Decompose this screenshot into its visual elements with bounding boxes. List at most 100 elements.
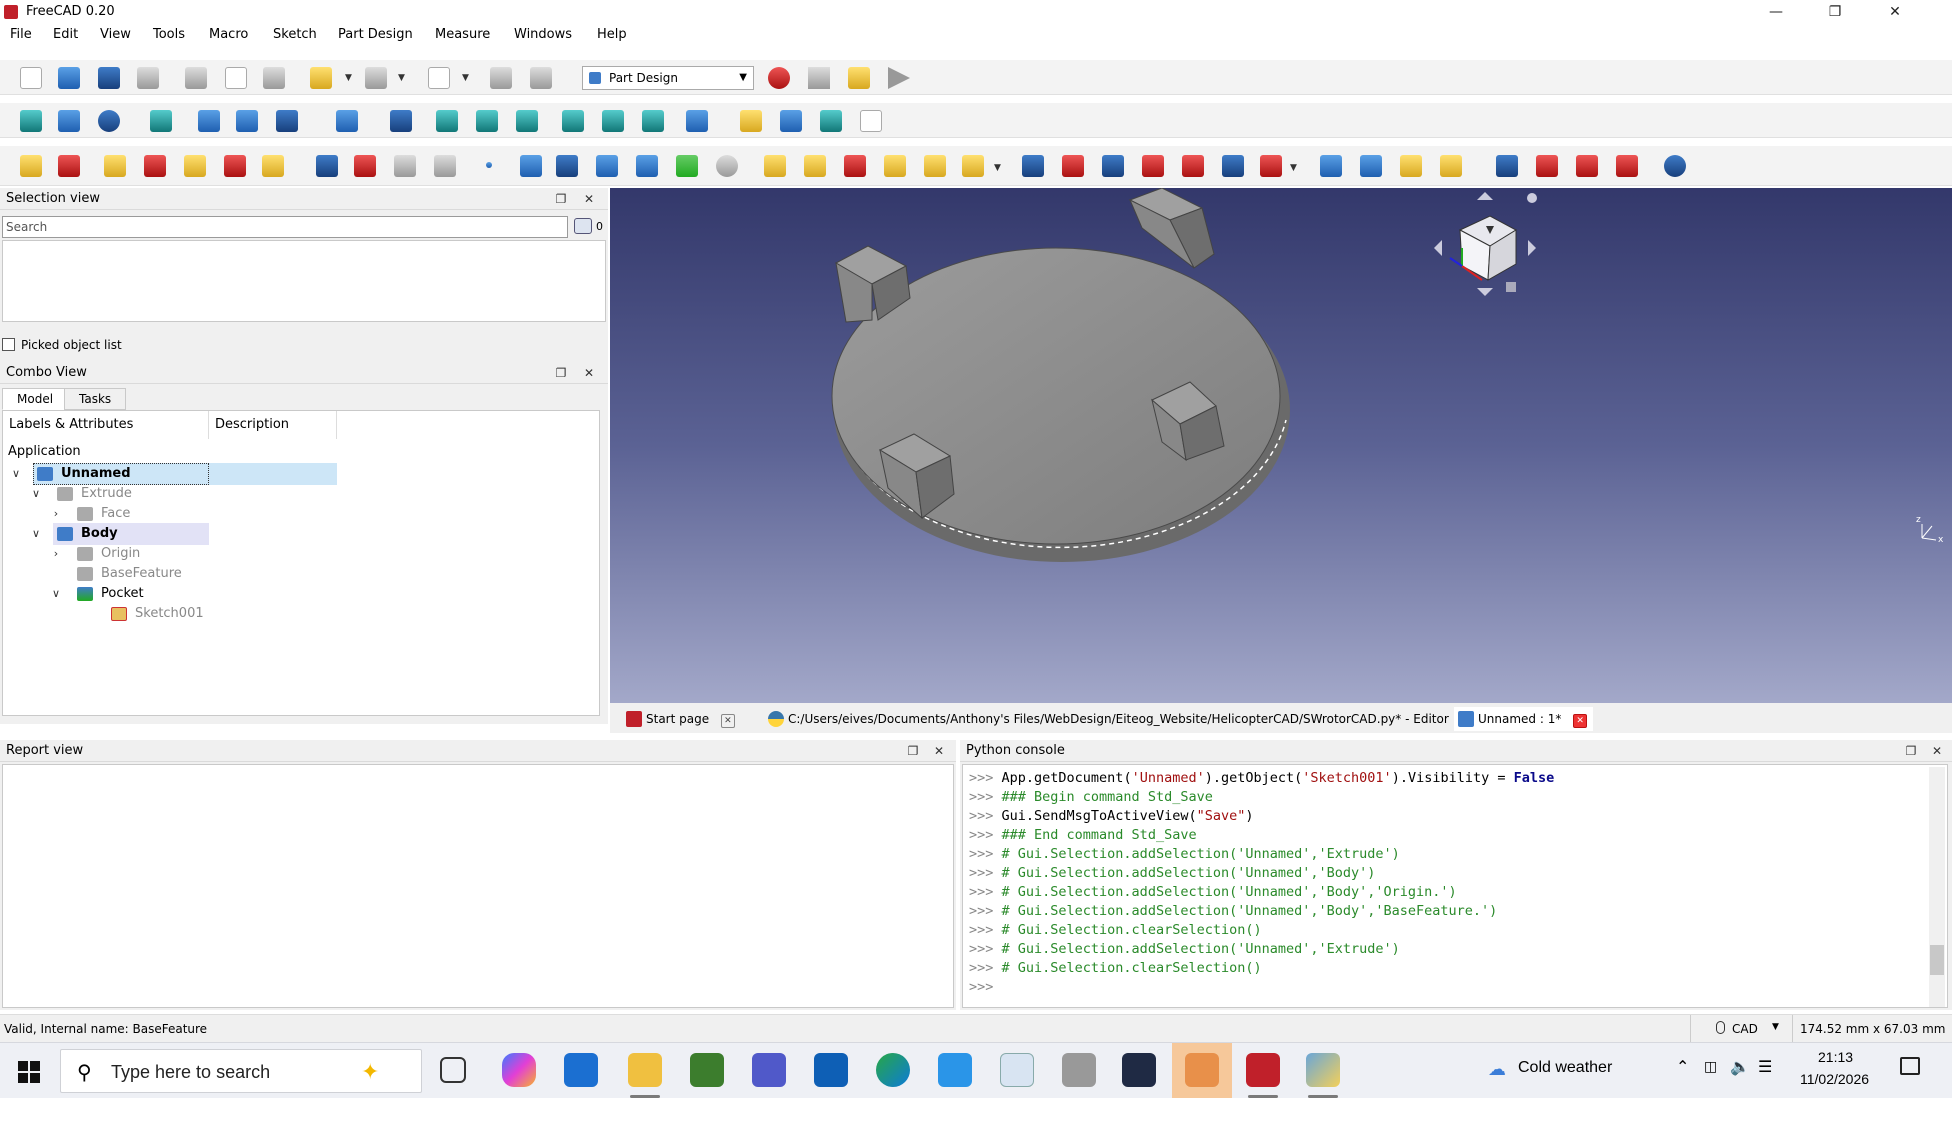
- copilot-app-icon[interactable]: [502, 1053, 536, 1087]
- create-part-icon[interactable]: [740, 110, 762, 132]
- linear-pattern-icon[interactable]: [1360, 155, 1382, 177]
- macro-record-icon[interactable]: [768, 67, 790, 89]
- additive-dropdown-icon[interactable]: ▼: [994, 163, 1001, 173]
- macro-stop-icon[interactable]: [808, 67, 830, 89]
- sketch-tool-7-icon[interactable]: [262, 155, 284, 177]
- close-tab-icon[interactable]: ✕: [1573, 714, 1588, 728]
- create-sketch-icon[interactable]: [354, 155, 376, 177]
- tab-editor[interactable]: C:/Users/eives/Documents/Anthony's Files…: [764, 707, 1475, 731]
- sketch-tool-2-icon[interactable]: [58, 155, 80, 177]
- menu-file[interactable]: File: [10, 27, 32, 42]
- tab-model[interactable]: Model: [2, 388, 69, 410]
- shield-app-icon[interactable]: [1062, 1053, 1096, 1087]
- tree-item-unnamed[interactable]: ∨ Unnamed: [3, 463, 337, 485]
- wifi-icon[interactable]: ☰: [1758, 1057, 1772, 1076]
- undo-icon[interactable]: [310, 67, 332, 89]
- tab-start-page[interactable]: Start page ✕: [622, 707, 735, 731]
- float-panel-icon[interactable]: ❐: [1902, 740, 1920, 762]
- whats-this-icon[interactable]: [530, 67, 552, 89]
- view-rear-icon[interactable]: [562, 110, 584, 132]
- bounding-box-icon[interactable]: [150, 110, 172, 132]
- macro-run-icon[interactable]: [888, 67, 910, 89]
- windows-start-icon[interactable]: [18, 1061, 40, 1083]
- recompute-icon[interactable]: [490, 67, 512, 89]
- redo-icon[interactable]: [365, 67, 387, 89]
- close-panel-icon[interactable]: ✕: [1928, 740, 1946, 762]
- notifications-icon[interactable]: [1900, 1057, 1920, 1075]
- additive-loft-icon[interactable]: [844, 155, 866, 177]
- chevron-down-icon[interactable]: ∨: [29, 523, 43, 545]
- local-cs-icon[interactable]: [596, 155, 618, 177]
- chevron-down-icon[interactable]: ∨: [29, 483, 43, 505]
- minimize-button[interactable]: —: [1753, 0, 1799, 24]
- view-right-icon[interactable]: [516, 110, 538, 132]
- column-labels[interactable]: Labels & Attributes: [3, 411, 209, 439]
- pad-icon[interactable]: [764, 155, 786, 177]
- close-window-button[interactable]: ✕: [1872, 0, 1918, 24]
- notepad-app-icon[interactable]: [1306, 1053, 1340, 1087]
- tree-item-body[interactable]: ∨ Body: [3, 523, 337, 545]
- subshape-binder-icon[interactable]: [676, 155, 698, 177]
- chevron-up-icon[interactable]: ⌃: [1676, 1057, 1689, 1076]
- open-document-icon[interactable]: [58, 67, 80, 89]
- terminal-app-icon[interactable]: [1122, 1053, 1156, 1087]
- restore-button[interactable]: ❐: [1812, 0, 1858, 24]
- picked-object-list-checkbox[interactable]: Picked object list: [2, 338, 122, 352]
- close-tab-icon[interactable]: ✕: [720, 714, 735, 728]
- column-description[interactable]: Description: [209, 411, 337, 439]
- tab-unnamed[interactable]: Unnamed : 1* ✕: [1454, 707, 1594, 731]
- security-app-icon[interactable]: [938, 1053, 972, 1087]
- view-left-icon[interactable]: [642, 110, 664, 132]
- boolean-icon[interactable]: [1664, 155, 1686, 177]
- spreadsheet-app-icon[interactable]: [690, 1053, 724, 1087]
- sublime-app-icon[interactable]: [1185, 1053, 1219, 1087]
- revolution-icon[interactable]: [804, 155, 826, 177]
- menu-help[interactable]: Help: [597, 27, 627, 42]
- sketch-tool-6-icon[interactable]: [224, 155, 246, 177]
- create-body-icon[interactable]: [316, 155, 338, 177]
- isometric-icon[interactable]: [390, 110, 412, 132]
- console-input-line[interactable]: >>>: [969, 978, 1002, 997]
- shape-binder-icon[interactable]: [434, 155, 456, 177]
- cut-icon[interactable]: [185, 67, 207, 89]
- save-icon[interactable]: [98, 67, 120, 89]
- link-actions-icon[interactable]: [860, 110, 882, 132]
- teams-app-icon[interactable]: [752, 1053, 786, 1087]
- menu-sketch[interactable]: Sketch: [273, 27, 317, 42]
- console-scroll-thumb[interactable]: [1930, 945, 1944, 975]
- sketch-tool-3-icon[interactable]: [104, 155, 126, 177]
- close-panel-icon[interactable]: ✕: [580, 188, 598, 210]
- sketch-tool-5-icon[interactable]: [184, 155, 206, 177]
- close-panel-icon[interactable]: ✕: [580, 362, 598, 384]
- battery-icon[interactable]: ◫: [1704, 1059, 1717, 1075]
- freecad-taskbar-icon[interactable]: [1246, 1053, 1280, 1087]
- make-link-icon[interactable]: [820, 110, 842, 132]
- float-panel-icon[interactable]: ❐: [552, 362, 570, 384]
- additive-pipe-icon[interactable]: [884, 155, 906, 177]
- redo-dropdown-icon[interactable]: ▼: [398, 73, 405, 83]
- additive-helix-icon[interactable]: [924, 155, 946, 177]
- subtractive-primitive-icon[interactable]: [1260, 155, 1282, 177]
- selection-search-input[interactable]: Search: [2, 216, 568, 238]
- menu-macro[interactable]: Macro: [209, 27, 248, 42]
- paste-icon[interactable]: [263, 67, 285, 89]
- print-icon[interactable]: [137, 67, 159, 89]
- weather-label[interactable]: Cold weather: [1518, 1059, 1612, 1077]
- refresh-check-icon[interactable]: [428, 67, 450, 89]
- mirrored-icon[interactable]: [1320, 155, 1342, 177]
- copy-icon[interactable]: [225, 67, 247, 89]
- navigation-cube[interactable]: [1434, 192, 1537, 296]
- menu-measure[interactable]: Measure: [435, 27, 490, 42]
- window-app-icon[interactable]: [1000, 1053, 1034, 1087]
- forward-icon[interactable]: [236, 110, 258, 132]
- thickness-icon[interactable]: [1616, 155, 1638, 177]
- multi-transform-icon[interactable]: [1440, 155, 1462, 177]
- check-dropdown-icon[interactable]: ▼: [462, 73, 469, 83]
- fit-selection-icon[interactable]: [58, 110, 80, 132]
- 3d-viewport[interactable]: z x: [610, 188, 1952, 703]
- draft-icon[interactable]: [1576, 155, 1598, 177]
- nav-style-dropdown-icon[interactable]: ▼: [1772, 1022, 1779, 1032]
- macro-edit-icon[interactable]: [848, 67, 870, 89]
- validate-sketch-icon[interactable]: [394, 155, 416, 177]
- chevron-right-icon[interactable]: ›: [49, 543, 63, 565]
